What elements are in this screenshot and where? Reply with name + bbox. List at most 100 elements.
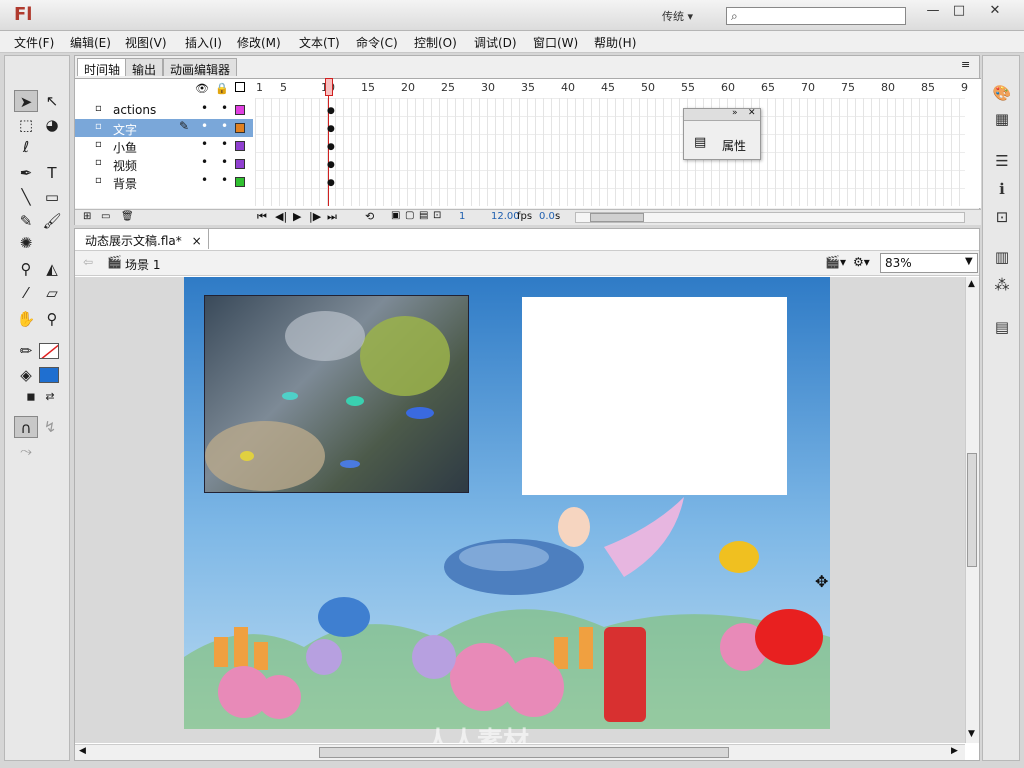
document-tab[interactable]: 动态展示文稿.fla* × <box>79 229 209 249</box>
zoom-tool-icon[interactable]: ⚲ <box>40 308 64 330</box>
stage[interactable] <box>184 277 830 729</box>
onion-skin-icon[interactable]: ▣ <box>391 210 400 221</box>
panel-header[interactable]: » ✕ <box>684 108 760 121</box>
layer-color-swatch[interactable] <box>235 159 245 169</box>
smooth-icon[interactable]: ↯ <box>38 416 62 438</box>
new-layer-icon[interactable]: ⊞ <box>83 211 91 222</box>
menu-file[interactable]: 文件(F) <box>14 34 54 51</box>
scroll-thumb[interactable] <box>590 213 644 222</box>
menu-insert[interactable]: 插入(I) <box>185 34 222 51</box>
onion-outline-icon[interactable]: ▢ <box>405 210 414 221</box>
tab-timeline[interactable]: 时间轴 <box>77 58 128 77</box>
library-panel-icon[interactable]: ▥ <box>991 246 1013 268</box>
video-clip[interactable] <box>204 295 469 493</box>
close-tab-icon[interactable]: × <box>192 234 202 248</box>
text-tool-icon[interactable]: T <box>40 162 64 184</box>
dot[interactable]: • <box>201 119 208 133</box>
bone-tool-icon[interactable]: ⚲ <box>14 258 38 280</box>
next-frame-icon[interactable]: |▶ <box>309 210 321 223</box>
layer-color-swatch[interactable] <box>235 123 245 133</box>
back-arrow-icon[interactable]: ⇦ <box>83 255 93 269</box>
snap-magnet-icon[interactable]: ∩ <box>14 416 38 438</box>
layer-row[interactable]: ▫ 视频 • • <box>75 155 253 173</box>
components-panel-icon[interactable]: ⁂ <box>991 274 1013 296</box>
scroll-left-icon[interactable]: ◀ <box>79 746 86 756</box>
edit-scene-icon[interactable]: 🎬▾ <box>825 255 846 269</box>
menu-help[interactable]: 帮助(H) <box>594 34 636 51</box>
layer-color-swatch[interactable] <box>235 141 245 151</box>
fill-color-swatch[interactable] <box>39 367 59 383</box>
outline-icon[interactable] <box>235 82 245 92</box>
maximize-button[interactable]: □ <box>946 2 972 20</box>
align-panel-icon[interactable]: ☰ <box>991 150 1013 172</box>
tab-output[interactable]: 输出 <box>125 58 164 77</box>
menu-modify[interactable]: 修改(M) <box>237 34 281 51</box>
fps-value[interactable]: 12.00 <box>491 211 520 222</box>
subselection-tool-icon[interactable]: ↖ <box>40 90 64 112</box>
edit-symbols-icon[interactable]: ⚙▾ <box>853 255 870 269</box>
dot[interactable]: • <box>221 101 228 115</box>
menu-commands[interactable]: 命令(C) <box>356 34 398 51</box>
play-icon[interactable]: ▶ <box>293 210 301 223</box>
layer-row[interactable]: ▫ actions • • <box>75 101 253 119</box>
layer-row[interactable]: ▫ 小鱼 • • <box>75 137 253 155</box>
swatches-panel-icon[interactable]: ▦ <box>991 108 1013 130</box>
modify-markers-icon[interactable]: ⊡ <box>433 210 441 221</box>
search-input[interactable]: ⌕ <box>726 7 906 25</box>
rectangle-tool-icon[interactable]: ▭ <box>40 186 64 208</box>
close-icon[interactable]: ✕ <box>748 108 756 118</box>
free-transform-tool-icon[interactable]: ⬚ <box>14 114 38 136</box>
menu-text[interactable]: 文本(T) <box>299 34 340 51</box>
workspace-switcher[interactable]: 传统 ▾ <box>662 8 693 24</box>
visibility-icon[interactable]: 👁 <box>195 82 209 95</box>
stroke-color-swatch[interactable] <box>39 343 59 359</box>
scroll-thumb[interactable] <box>967 453 977 567</box>
paint-bucket-tool-icon[interactable]: ◭ <box>40 258 64 280</box>
collapse-icon[interactable]: » <box>732 108 738 118</box>
delete-layer-icon[interactable]: 🗑 <box>121 211 134 222</box>
layer-color-swatch[interactable] <box>235 105 245 115</box>
dot[interactable]: • <box>221 155 228 169</box>
menu-window[interactable]: 窗口(W) <box>533 34 578 51</box>
pencil-tool-icon[interactable]: ✎ <box>14 210 38 232</box>
layer-row[interactable]: ▫ 文字 ✎ • • <box>75 119 253 137</box>
dot[interactable]: • <box>201 155 208 169</box>
text-placeholder-box[interactable] <box>522 297 787 495</box>
menu-control[interactable]: 控制(O) <box>414 34 457 51</box>
menu-view[interactable]: 视图(V) <box>125 34 167 51</box>
selection-tool-icon[interactable]: ➤ <box>14 90 38 112</box>
dot[interactable]: • <box>201 101 208 115</box>
eraser-tool-icon[interactable]: ▱ <box>40 282 64 304</box>
minimize-button[interactable]: — <box>920 2 946 20</box>
close-button[interactable]: ✕ <box>982 2 1008 20</box>
pasteboard[interactable]: ✥ 人人素材 <box>75 277 965 743</box>
last-frame-icon[interactable]: ⏭ <box>327 210 337 224</box>
first-frame-icon[interactable]: ⏮ <box>257 210 267 224</box>
loop-icon[interactable]: ⟲ <box>365 210 374 223</box>
swap-colors-icon[interactable]: ⇄ <box>38 386 62 408</box>
prev-frame-icon[interactable]: ◀| <box>275 210 287 223</box>
straighten-icon[interactable]: ⤳ <box>14 440 38 462</box>
motion-presets-icon[interactable]: ▤ <box>991 316 1013 338</box>
3d-rotation-tool-icon[interactable]: ◕ <box>40 114 64 136</box>
hand-tool-icon[interactable]: ✋ <box>14 308 38 330</box>
line-tool-icon[interactable]: ╲ <box>14 186 38 208</box>
frames-grid[interactable] <box>255 98 965 206</box>
dot[interactable]: • <box>221 119 228 133</box>
current-frame[interactable]: 1 <box>459 211 465 222</box>
tab-motion-editor[interactable]: 动画编辑器 <box>163 58 238 77</box>
stage-hscroll[interactable]: ◀ ▶ <box>75 744 965 760</box>
lock-icon[interactable]: 🔒 <box>215 82 229 95</box>
stage-vscroll[interactable]: ▲ ▼ <box>965 277 979 743</box>
info-panel-icon[interactable]: ℹ <box>991 178 1013 200</box>
menu-edit[interactable]: 编辑(E) <box>70 34 111 51</box>
dot[interactable]: • <box>221 137 228 151</box>
lasso-tool-icon[interactable]: ℓ <box>14 136 38 158</box>
color-panel-icon[interactable]: 🎨 <box>991 82 1013 104</box>
edit-multiple-icon[interactable]: ▤ <box>419 210 428 221</box>
scroll-thumb[interactable] <box>319 747 729 758</box>
transform-panel-icon[interactable]: ⊡ <box>991 206 1013 228</box>
properties-panel[interactable]: » ✕ ▤ 属性 <box>683 108 761 160</box>
deco-tool-icon[interactable]: ✺ <box>14 232 38 254</box>
brush-tool-icon[interactable]: 🖌 <box>40 210 64 232</box>
